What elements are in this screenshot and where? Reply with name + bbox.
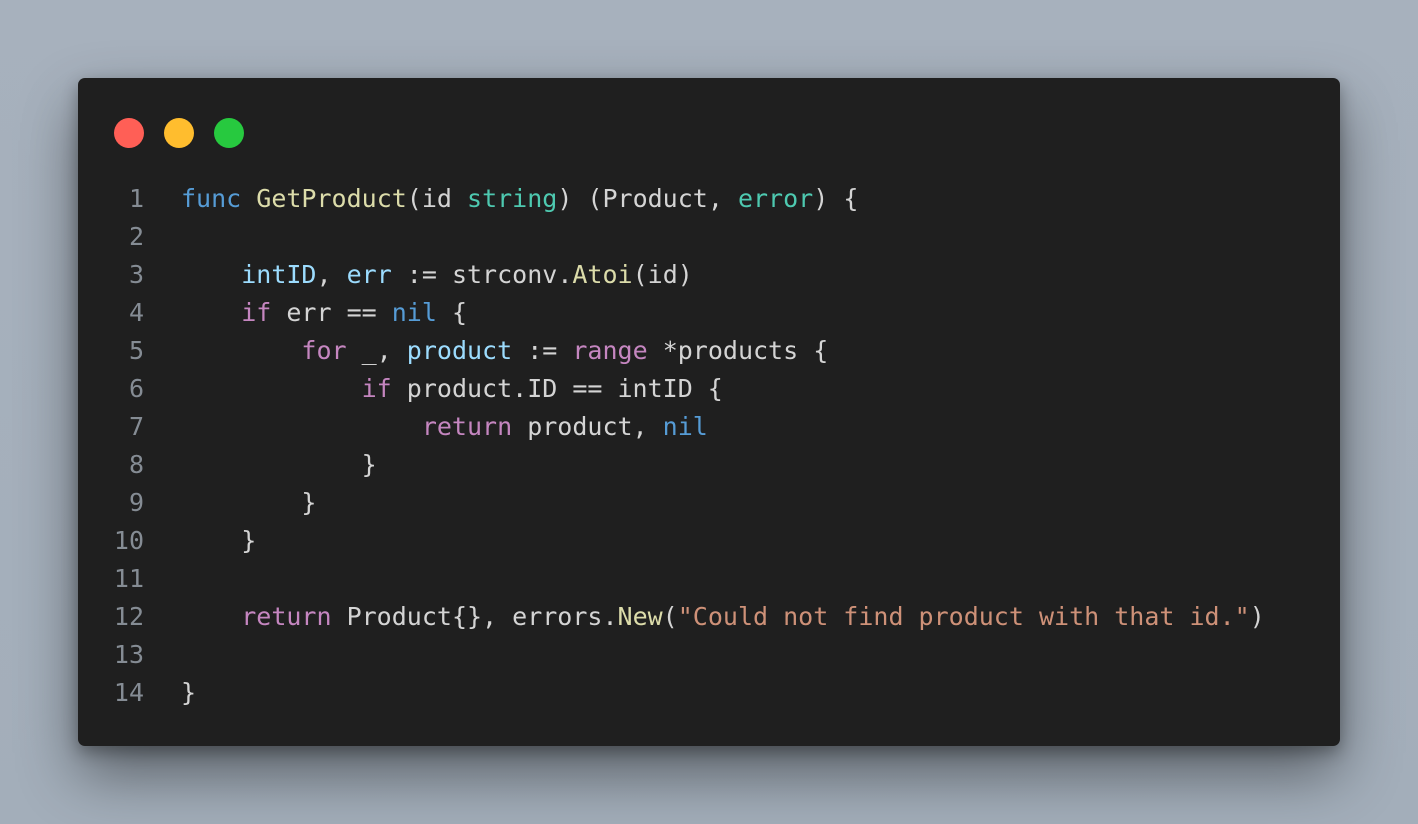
line-number: 6	[128, 374, 144, 403]
code-token: :=	[512, 336, 573, 365]
code-token: nil	[391, 298, 437, 327]
code-line: 13	[78, 636, 1340, 674]
code-window: 1 func GetProduct(id string) (Product, er…	[78, 78, 1340, 746]
code-token: {	[436, 298, 468, 327]
code-text: return product, nil	[181, 408, 708, 446]
code-token: if	[361, 374, 392, 403]
code-line: 11	[78, 560, 1340, 598]
code-token: product.ID == intID {	[391, 374, 723, 403]
code-token: (id	[406, 184, 468, 213]
code-token: _,	[346, 336, 407, 365]
line-number: 4	[128, 298, 144, 327]
code-text: }	[181, 522, 256, 560]
code-token: err	[346, 260, 392, 289]
code-token: func	[181, 184, 242, 213]
code-token: }	[181, 488, 317, 517]
code-token: (	[662, 602, 678, 631]
code-token: product	[406, 336, 513, 365]
code-text: }	[181, 674, 196, 712]
code-line: 3 intID, err := strconv.Atoi(id)	[78, 256, 1340, 294]
line-number: 9	[128, 488, 144, 517]
code-token: := strconv.	[391, 260, 573, 289]
code-token: for	[301, 336, 347, 365]
code-line: 2	[78, 218, 1340, 256]
code-token: return	[421, 412, 513, 441]
maximize-dot-icon[interactable]	[214, 118, 244, 148]
code-token: ) {	[813, 184, 859, 213]
code-token: error	[737, 184, 814, 213]
line-number: 13	[113, 640, 144, 669]
code-text: if product.ID == intID {	[181, 370, 723, 408]
code-token: Atoi	[572, 260, 633, 289]
code-token: New	[617, 602, 663, 631]
code-token: ,	[316, 260, 347, 289]
code-token: "Could not find product with that id."	[677, 602, 1250, 631]
close-dot-icon[interactable]	[114, 118, 144, 148]
code-line: 5 for _, product := range *products {	[78, 332, 1340, 370]
code-token: range	[572, 336, 648, 365]
code-text: if err == nil {	[181, 294, 467, 332]
code-token: nil	[662, 412, 708, 441]
code-token: if	[241, 298, 272, 327]
line-number: 11	[113, 564, 144, 593]
code-line: 9 }	[78, 484, 1340, 522]
code-token: err ==	[271, 298, 392, 327]
code-line: 6 if product.ID == intID {	[78, 370, 1340, 408]
line-number: 10	[113, 526, 144, 555]
code-line: 8 }	[78, 446, 1340, 484]
code-token: )	[1249, 602, 1265, 631]
line-number: 7	[128, 412, 144, 441]
code-token: GetProduct	[256, 184, 407, 213]
code-token: }	[181, 526, 257, 555]
code-line: 7 return product, nil	[78, 408, 1340, 446]
code-token: }	[181, 450, 377, 479]
minimize-dot-icon[interactable]	[164, 118, 194, 148]
code-token: Product{}, errors.	[331, 602, 618, 631]
code-editor[interactable]: 1 func GetProduct(id string) (Product, er…	[78, 180, 1340, 712]
code-token: string	[467, 184, 558, 213]
code-token: intID	[241, 260, 317, 289]
code-text: func GetProduct(id string) (Product, err…	[181, 180, 858, 218]
line-number: 5	[128, 336, 144, 365]
code-token: }	[181, 678, 197, 707]
line-number: 8	[128, 450, 144, 479]
code-line: 12 return Product{}, errors.New("Could n…	[78, 598, 1340, 636]
code-text: }	[181, 484, 316, 522]
line-number: 1	[128, 184, 144, 213]
code-line: 14}	[78, 674, 1340, 712]
code-token: product,	[512, 412, 663, 441]
code-token: return	[241, 602, 332, 631]
line-number: 12	[113, 602, 144, 631]
line-number: 2	[128, 222, 144, 251]
code-line: 1 func GetProduct(id string) (Product, er…	[78, 180, 1340, 218]
code-text: for _, product := range *products {	[181, 332, 828, 370]
line-number: 14	[113, 678, 144, 707]
code-text: intID, err := strconv.Atoi(id)	[181, 256, 693, 294]
code-line: 4 if err == nil {	[78, 294, 1340, 332]
code-token: *products {	[647, 336, 829, 365]
line-number: 3	[128, 260, 144, 289]
code-line: 10 }	[78, 522, 1340, 560]
code-text: return Product{}, errors.New("Could not …	[181, 598, 1265, 636]
code-text: }	[181, 446, 377, 484]
code-token: (id)	[632, 260, 693, 289]
code-token: ) (Product,	[557, 184, 738, 213]
